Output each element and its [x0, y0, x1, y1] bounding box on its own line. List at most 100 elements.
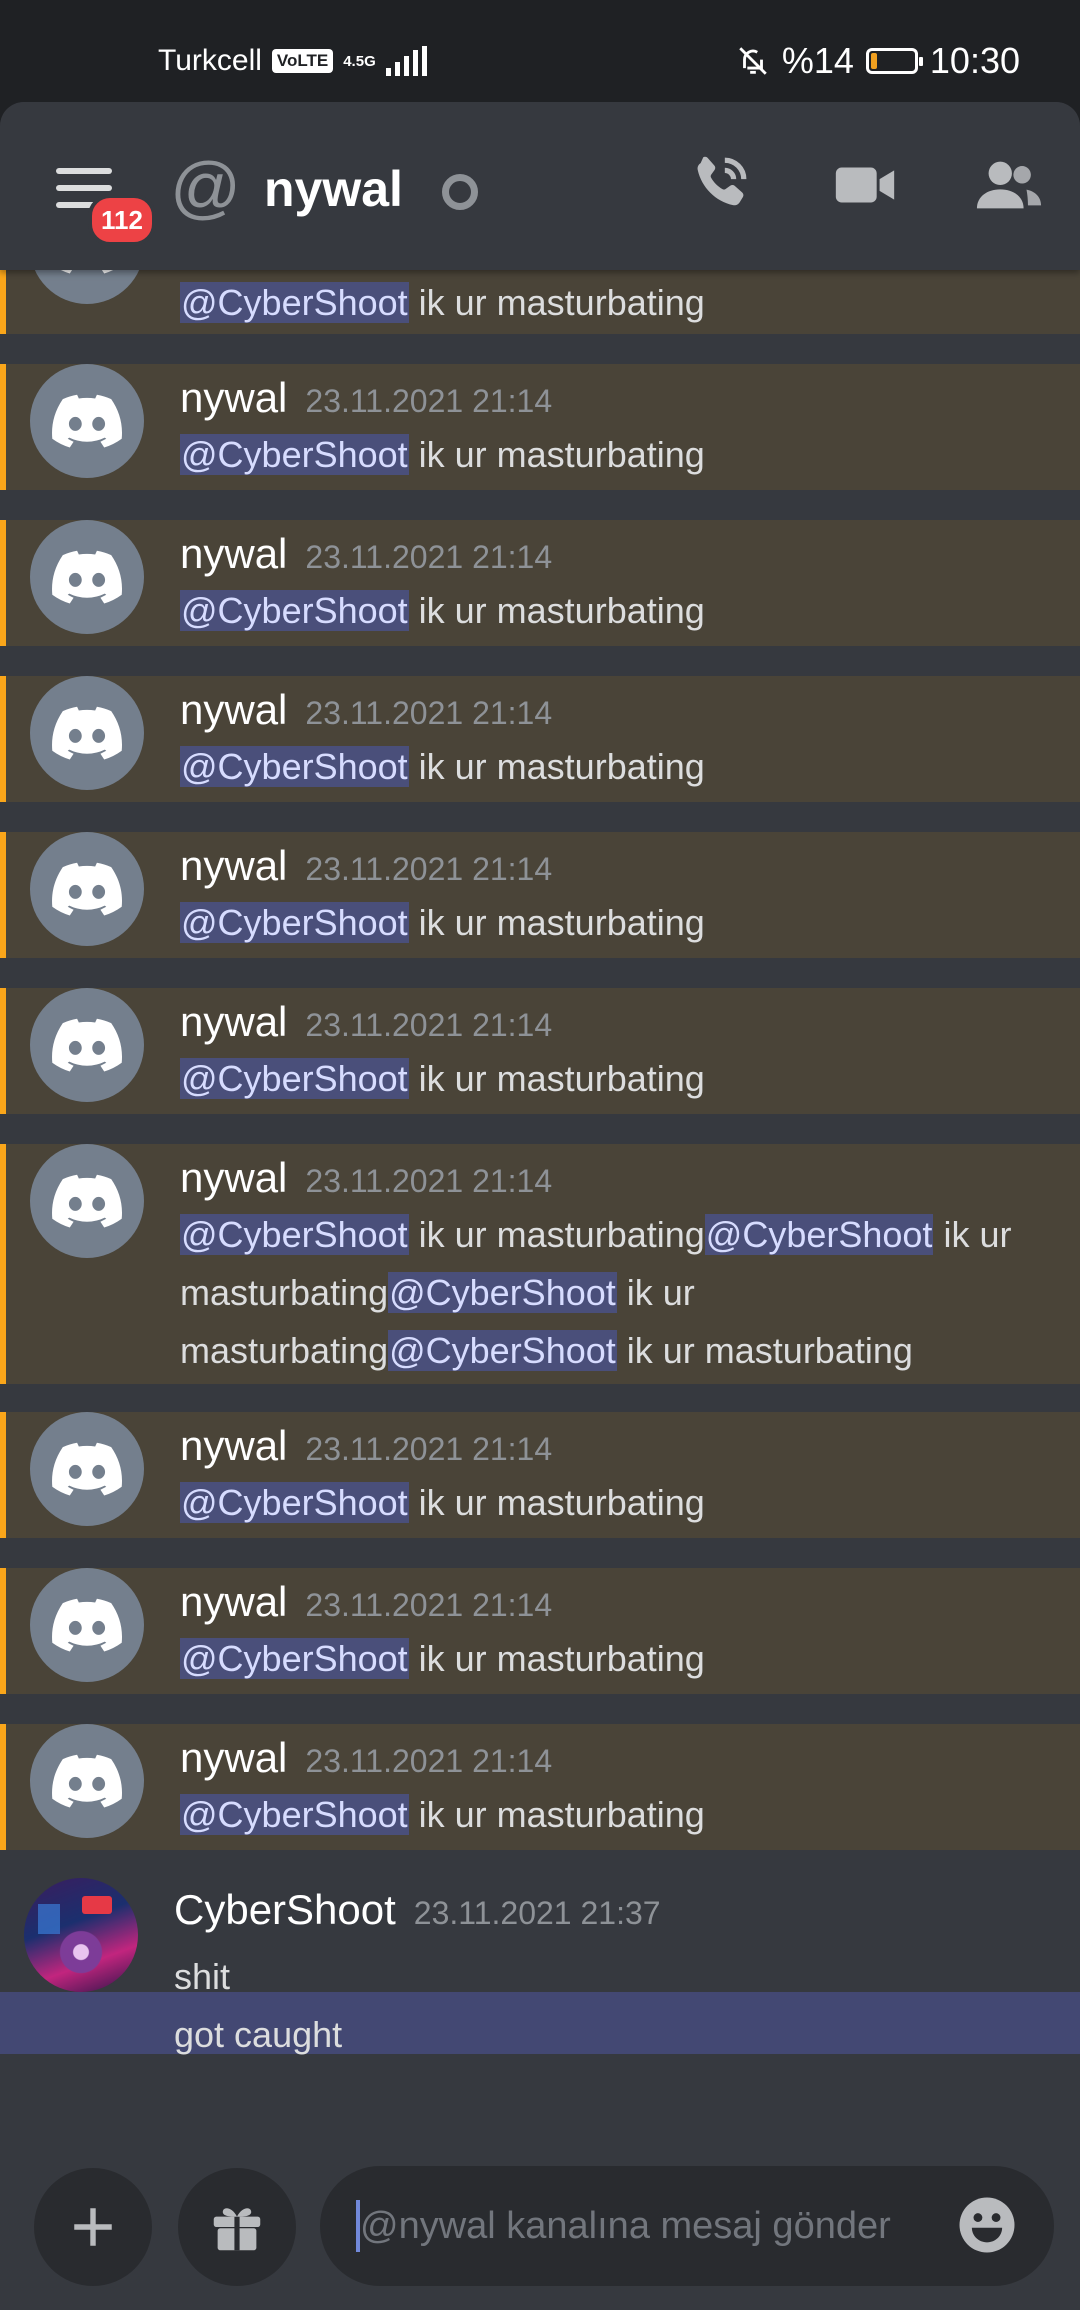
message-text: ik ur masturbating [408, 282, 705, 323]
user-mention[interactable]: @CyberShoot [180, 1638, 409, 1679]
message-timestamp: 23.11.2021 21:14 [305, 1587, 553, 1623]
status-bar: Turkcell VoLTE 4.5G %14 10:30 [0, 0, 1080, 108]
author-name[interactable]: nywal [180, 1578, 287, 1625]
discord-logo-icon [52, 1442, 122, 1496]
message-author[interactable]: nywal 23.11.2021 21:14 [180, 530, 552, 578]
emoji-icon[interactable] [954, 2192, 1020, 2258]
message-author[interactable]: nywal 23.11.2021 21:14 [180, 686, 552, 734]
discord-logo-icon [52, 1598, 122, 1652]
message-content: @CyberShoot ik ur masturbating [180, 1630, 1040, 1688]
author-name[interactable]: CyberShoot [174, 1886, 396, 1933]
message-mention: nywal 23.11.2021 21:14 @CyberShoot ik ur m… [0, 988, 1080, 1114]
call-icon[interactable] [684, 150, 754, 220]
message-timestamp: 23.11.2021 21:14 [305, 1007, 553, 1043]
user-mention[interactable]: @CyberShoot [180, 1058, 409, 1099]
avatar-nywal[interactable] [30, 364, 144, 478]
signal-icon [385, 46, 427, 76]
user-mention[interactable]: @CyberShoot [180, 746, 409, 787]
author-name[interactable]: nywal [180, 1422, 287, 1469]
message-author[interactable]: nywal 23.11.2021 21:14 [180, 374, 552, 422]
status-idle-icon [442, 174, 478, 210]
message-mention: nywal 23.11.2021 21:14 @CyberShoot ik ur m… [0, 676, 1080, 802]
message-content: @CyberShoot ik ur masturbating [180, 1050, 1040, 1108]
discord-logo-icon [52, 1174, 122, 1228]
message-text: ik ur masturbating [408, 1058, 705, 1099]
avatar-nywal[interactable] [30, 832, 144, 946]
avatar-nywal[interactable] [30, 1568, 144, 1682]
message-author[interactable]: nywal 23.11.2021 21:14 [180, 1154, 552, 1202]
message-mention: nywal 23.11.2021 21:14 @CyberShoot ik ur m… [0, 1724, 1080, 1850]
user-mention[interactable]: @CyberShoot [180, 1482, 409, 1523]
plus-icon [74, 2208, 112, 2246]
message-timestamp: 23.11.2021 21:14 [305, 1743, 553, 1779]
add-attachment-button[interactable] [34, 2168, 152, 2286]
message-cybershoot: CyberShoot 23.11.2021 21:37 shit got caug… [0, 1852, 1080, 2172]
discord-logo-icon [52, 1018, 122, 1072]
message-text: ik ur masturbating [408, 1214, 705, 1255]
avatar-cybershoot[interactable] [24, 1878, 138, 1992]
avatar-nywal[interactable] [30, 520, 144, 634]
avatar-nywal[interactable] [30, 1144, 144, 1258]
network-type: 4.5G [343, 52, 376, 70]
user-mention[interactable]: @CyberShoot [180, 1794, 409, 1835]
message-mention-partial: @CyberShoot ik ur masturbating [0, 190, 1080, 334]
message-content: @CyberShoot ik ur masturbating [180, 582, 1040, 640]
message-mention: nywal 23.11.2021 21:14 @CyberShoot ik ur m… [0, 832, 1080, 958]
discord-logo-icon [52, 394, 122, 448]
carrier-name: Turkcell [158, 44, 262, 77]
message-content: @CyberShoot ik ur masturbating@CyberShoo… [180, 1206, 1040, 1380]
avatar-nywal[interactable] [30, 1412, 144, 1526]
message-text: ik ur masturbating [408, 1638, 705, 1679]
message-text: ik ur masturbating [408, 746, 705, 787]
author-name[interactable]: nywal [180, 530, 287, 577]
channel-header: 112 @ nywal [0, 102, 1080, 270]
message-author[interactable]: nywal 23.11.2021 21:14 [180, 842, 552, 890]
user-mention[interactable]: @CyberShoot [180, 1214, 409, 1255]
author-name[interactable]: nywal [180, 1734, 287, 1781]
gift-button[interactable] [178, 2168, 296, 2286]
avatar-nywal[interactable] [30, 1724, 144, 1838]
clock: 10:30 [929, 40, 1020, 81]
user-mention[interactable]: @CyberShoot [180, 282, 409, 323]
avatar-nywal[interactable] [30, 988, 144, 1102]
author-name[interactable]: nywal [180, 686, 287, 733]
user-mention[interactable]: @CyberShoot [388, 1330, 617, 1371]
avatar-nywal[interactable] [30, 676, 144, 790]
message-input-box[interactable] [320, 2166, 1054, 2286]
discord-logo-icon [52, 706, 122, 760]
message-input[interactable] [358, 2190, 922, 2262]
gift-icon [213, 2208, 261, 2251]
message-author[interactable]: nywal 23.11.2021 21:14 [180, 1422, 552, 1470]
author-name[interactable]: nywal [180, 998, 287, 1045]
user-mention[interactable]: @CyberShoot [180, 902, 409, 943]
message-author[interactable]: nywal 23.11.2021 21:14 [180, 1734, 552, 1782]
message-author[interactable]: nywal 23.11.2021 21:14 [180, 1578, 552, 1626]
message-line: shit [174, 1956, 231, 1997]
message-line: got caught [174, 2014, 343, 2055]
user-mention[interactable]: @CyberShoot [180, 590, 409, 631]
video-icon[interactable] [830, 150, 900, 220]
bell-off-icon [739, 47, 767, 75]
message-text: ik ur masturbating [408, 590, 705, 631]
highlighted-line [0, 1992, 1080, 2054]
author-name[interactable]: nywal [180, 1154, 287, 1201]
author-name[interactable]: nywal [180, 842, 287, 889]
user-mention[interactable]: @CyberShoot [704, 1214, 934, 1255]
volte-icon: VoLTE [271, 49, 334, 73]
user-mention[interactable]: @CyberShoot [388, 1272, 617, 1313]
message-author[interactable]: nywal 23.11.2021 21:14 [180, 998, 552, 1046]
message-mention: nywal 23.11.2021 21:14 @CyberShoot ik ur m… [0, 1412, 1080, 1538]
message-timestamp: 23.11.2021 21:37 [413, 1895, 661, 1931]
message-content: @CyberShoot ik ur masturbating [180, 1786, 1040, 1844]
message-timestamp: 23.11.2021 21:14 [305, 1163, 553, 1199]
author-name[interactable]: nywal [180, 374, 287, 421]
message-author[interactable]: CyberShoot 23.11.2021 21:37 [174, 1886, 661, 1934]
message-timestamp: 23.11.2021 21:14 [305, 383, 553, 419]
message-content: @CyberShoot ik ur masturbating [180, 1474, 1040, 1532]
user-mention[interactable]: @CyberShoot [180, 434, 409, 475]
members-icon[interactable] [974, 150, 1044, 220]
message-text: ik ur masturbating [408, 1482, 705, 1523]
message-content: @CyberShoot ik ur masturbating [180, 894, 1040, 952]
dm-screen: 112 @ nywal @CyberShoot ik ur masturbati… [0, 102, 1080, 2310]
message-mention: nywal 23.11.2021 21:14 @CyberShoot ik ur m… [0, 1568, 1080, 1694]
